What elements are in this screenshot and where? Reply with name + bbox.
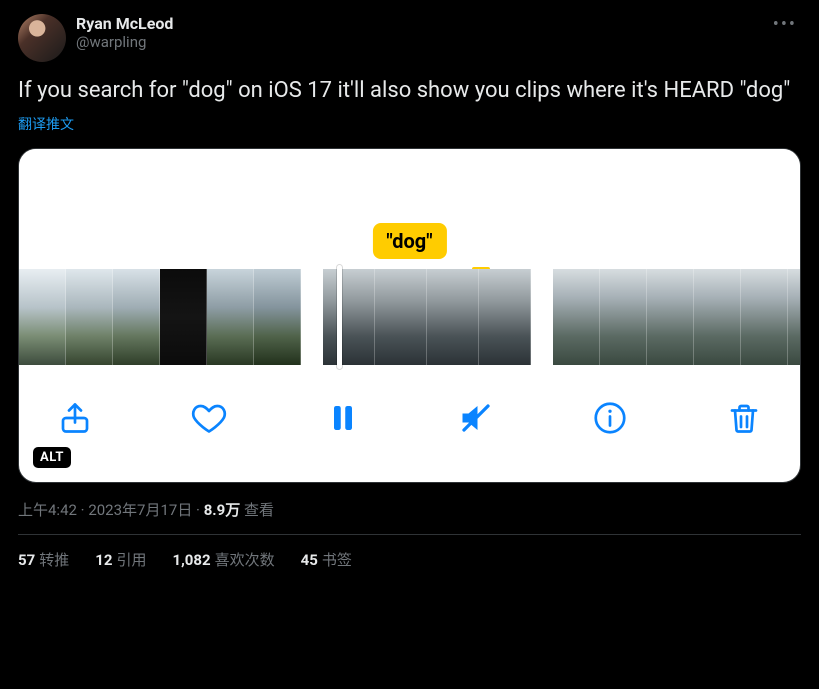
- media-preview-top: "dog": [19, 149, 800, 269]
- clip-group-3[interactable]: [553, 269, 801, 365]
- clip-frame[interactable]: [375, 269, 427, 365]
- caption-bubble: "dog": [372, 223, 446, 259]
- clip-frame[interactable]: [600, 269, 647, 365]
- clip-frame[interactable]: [113, 269, 160, 365]
- playhead[interactable]: [337, 265, 342, 369]
- display-name: Ryan McLeod: [76, 14, 759, 33]
- views-label: 查看: [244, 501, 274, 519]
- clip-frame[interactable]: [160, 269, 207, 365]
- views-count: 8.9万: [204, 501, 241, 519]
- clip-frame[interactable]: [479, 269, 531, 365]
- clip-group-1[interactable]: [19, 269, 301, 365]
- clip-frame[interactable]: [207, 269, 254, 365]
- media-attachment[interactable]: "dog": [18, 148, 801, 483]
- timeline-strip[interactable]: [19, 269, 800, 365]
- media-toolbar: [19, 365, 800, 453]
- clip-frame[interactable]: [254, 269, 301, 365]
- pause-icon[interactable]: [325, 400, 361, 436]
- more-icon[interactable]: •••: [769, 14, 801, 35]
- clip-frame[interactable]: [19, 269, 66, 365]
- tweet-time[interactable]: 上午4:42: [18, 501, 77, 519]
- trash-icon[interactable]: [726, 400, 762, 436]
- tweet-date[interactable]: 2023年7月17日: [88, 501, 192, 519]
- bookmarks-stat[interactable]: 45书签: [301, 549, 352, 570]
- alt-badge[interactable]: ALT: [33, 447, 71, 468]
- mute-icon[interactable]: [458, 400, 494, 436]
- translate-link[interactable]: 翻译推文: [18, 114, 801, 134]
- retweets-stat[interactable]: 57转推: [18, 549, 69, 570]
- heart-icon[interactable]: [191, 400, 227, 436]
- tweet-stats: 57转推 12引用 1,082喜欢次数 45书签: [18, 535, 801, 570]
- clip-frame[interactable]: [323, 269, 375, 365]
- quotes-stat[interactable]: 12引用: [95, 549, 146, 570]
- clip-frame[interactable]: [66, 269, 113, 365]
- likes-stat[interactable]: 1,082喜欢次数: [172, 549, 274, 570]
- avatar[interactable]: [18, 14, 66, 62]
- clip-frame[interactable]: [788, 269, 801, 365]
- tweet-text: If you search for "dog" on iOS 17 it'll …: [18, 76, 801, 106]
- clip-frame[interactable]: [427, 269, 479, 365]
- clip-frame[interactable]: [647, 269, 694, 365]
- author-names[interactable]: Ryan McLeod @warpling: [76, 14, 759, 51]
- clip-frame[interactable]: [553, 269, 600, 365]
- share-icon[interactable]: [57, 400, 93, 436]
- username: @warpling: [76, 33, 759, 51]
- tweet-container: Ryan McLeod @warpling ••• If you search …: [0, 0, 819, 570]
- clip-group-2[interactable]: [323, 269, 531, 365]
- tweet-meta: 上午4:42 2023年7月17日 8.9万 查看: [18, 499, 801, 534]
- clip-frame[interactable]: [741, 269, 788, 365]
- info-icon[interactable]: [592, 400, 628, 436]
- clip-frame[interactable]: [694, 269, 741, 365]
- tweet-header: Ryan McLeod @warpling •••: [18, 14, 801, 62]
